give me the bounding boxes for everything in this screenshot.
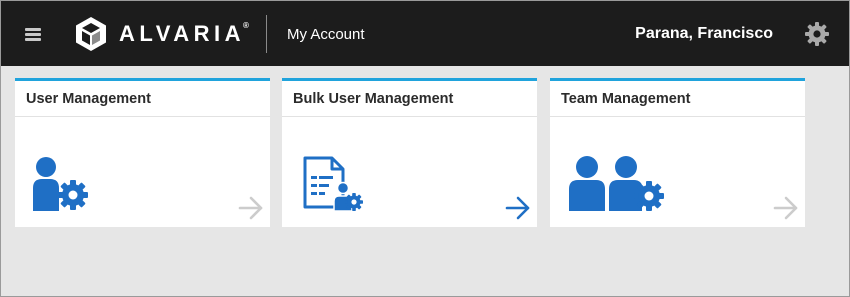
user-name[interactable]: Parana, Francisco xyxy=(635,25,773,43)
arrow-right-icon[interactable] xyxy=(773,195,799,221)
bulk-document-user-icon xyxy=(303,156,363,212)
card-title: Team Management xyxy=(550,81,805,117)
team-settings-icon xyxy=(569,156,664,211)
app-frame: ALVARIA ® My Account Parana, Francisco U… xyxy=(0,0,850,297)
logo-wordmark: ALVARIA xyxy=(119,21,246,46)
card-title: Bulk User Management xyxy=(282,81,537,117)
card-title: User Management xyxy=(15,81,270,117)
arrow-right-icon[interactable] xyxy=(238,195,264,221)
card-team-management[interactable]: Team Management xyxy=(550,78,805,227)
arrow-right-icon[interactable] xyxy=(505,195,531,221)
top-bar: ALVARIA ® My Account Parana, Francisco xyxy=(1,1,849,66)
alvaria-logo: ALVARIA ® xyxy=(73,16,249,52)
alvaria-logo-icon xyxy=(76,17,106,51)
registered-mark: ® xyxy=(243,20,249,30)
card-bulk-user-management[interactable]: Bulk User Management xyxy=(282,78,537,227)
settings-gear-icon[interactable] xyxy=(804,21,830,47)
user-settings-icon xyxy=(33,157,88,211)
header-divider xyxy=(266,15,267,53)
hamburger-menu-icon[interactable] xyxy=(23,25,43,43)
app-title: My Account xyxy=(287,26,365,43)
card-user-management[interactable]: User Management xyxy=(15,78,270,227)
